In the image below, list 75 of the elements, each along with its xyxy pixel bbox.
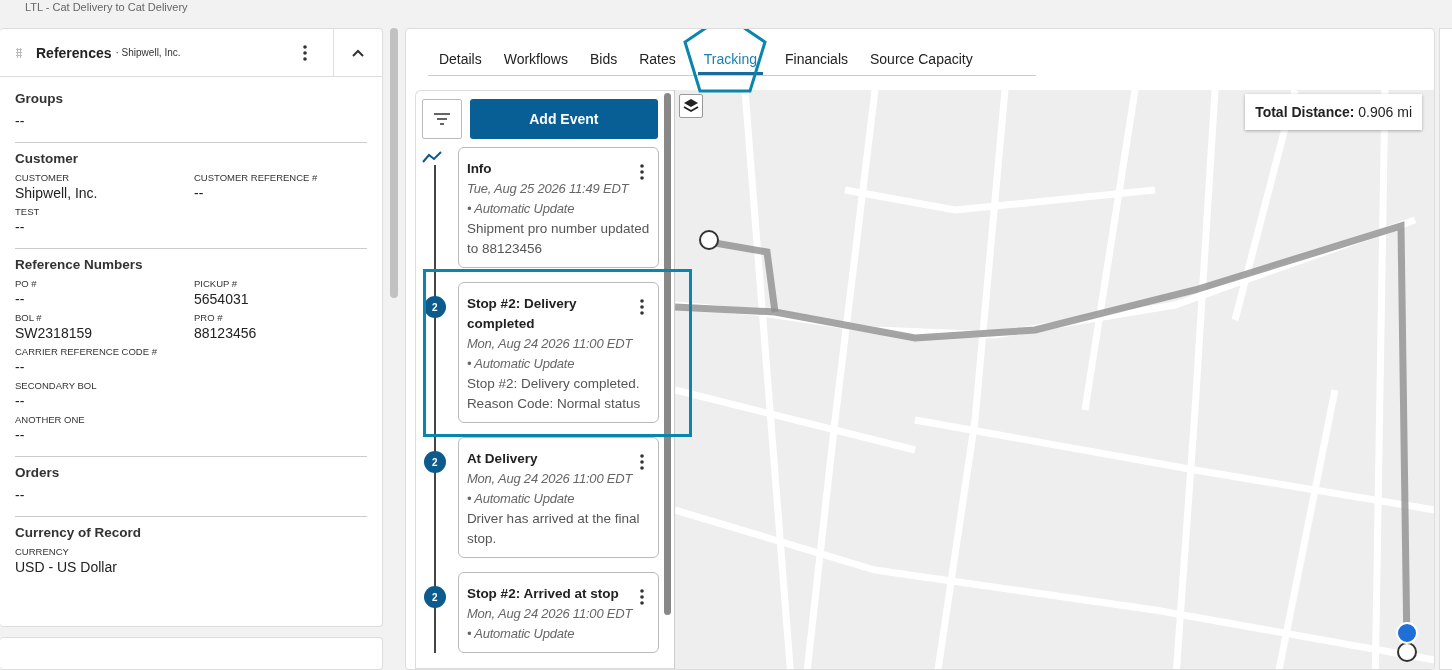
event-title: At Delivery (466, 450, 539, 468)
stop-badge: 2 (423, 586, 446, 608)
field-label: CUSTOMER REFERENCE # (194, 172, 319, 184)
event-message: Shipment pro number updated to 88123456 (466, 220, 651, 258)
field-label: SECONDARY BOL (15, 380, 98, 392)
event-date: Mon, Aug 24 2026 11:00 EDT (466, 605, 634, 623)
add-event-button[interactable]: Add Event (469, 99, 658, 139)
event-title: Stop #2: Delivery completed (466, 295, 578, 333)
layers-button[interactable] (678, 94, 703, 118)
section-title: Groups (15, 91, 64, 106)
field-value: -- (15, 358, 26, 376)
more-options-icon (639, 589, 644, 605)
field-value: -- (194, 184, 205, 202)
field-value: -- (15, 486, 26, 504)
field-label: CURRENCY (15, 546, 70, 558)
filter-button[interactable] (421, 99, 462, 139)
section-title: Customer (15, 151, 79, 166)
field-value: USD - US Dollar (15, 558, 118, 576)
event-source: • Automatic Update (466, 355, 576, 373)
field-label: ANOTHER ONE (15, 414, 86, 426)
field-value: Shipwell, Inc. (15, 184, 99, 202)
scrollbar-thumb[interactable] (664, 93, 672, 615)
panel-title: References (36, 44, 112, 61)
breadcrumb: LTL - Cat Delivery to Cat Delivery (24, 0, 189, 15)
scrollbar-thumb[interactable] (389, 28, 398, 298)
tab[interactable]: Workflows (503, 43, 568, 75)
event-message: Stop #2: Delivery completed. Reason Code: Normal status (466, 375, 642, 413)
event-title: Stop #2: Arrived at stop (466, 585, 620, 603)
section-title: Currency of Record (15, 525, 143, 540)
map-view[interactable]: Total Distance: 0.906 mi (673, 90, 1435, 669)
field-label: CARRIER REFERENCE CODE # (15, 346, 158, 358)
event-date: Mon, Aug 24 2026 11:00 EDT (466, 470, 634, 488)
layers-icon (682, 98, 699, 114)
filter-icon (433, 113, 450, 125)
field-value: -- (15, 426, 26, 444)
tab[interactable]: Details (438, 43, 482, 75)
field-label: BOL # (15, 312, 43, 324)
chevron-up-icon (351, 48, 364, 57)
field-value: -- (15, 290, 26, 308)
event-source: • Automatic Update (466, 200, 576, 218)
event-source: • Automatic Update (466, 490, 576, 508)
more-options-button[interactable] (637, 162, 646, 182)
panel-subtitle: · Shipwell, Inc. (115, 47, 181, 58)
event-title: Info (466, 160, 493, 178)
drag-handle-icon[interactable] (16, 47, 22, 58)
total-distance: Total Distance: 0.906 mi (1245, 94, 1423, 130)
event-date: Tue, Aug 25 2026 11:49 EDT (466, 180, 631, 198)
tab[interactable]: Source Capacity (870, 43, 973, 75)
more-options-icon (639, 164, 644, 180)
tab[interactable]: Financials (784, 43, 848, 75)
field-label: CUSTOMER (15, 172, 71, 184)
field-value: SW2318159 (15, 324, 94, 342)
more-options-button[interactable] (637, 452, 646, 472)
tab[interactable]: Bids (590, 43, 618, 75)
more-options-icon (639, 299, 644, 315)
field-label: PO # (15, 278, 38, 290)
field-label: PICKUP # (194, 278, 239, 290)
stop-badge: 2 (423, 451, 446, 473)
field-value: -- (15, 218, 26, 236)
field-value: 88123456 (194, 324, 258, 342)
event-message: Driver has arrived at the final stop. (466, 510, 641, 548)
tab[interactable]: Rates (639, 43, 676, 75)
section-title: Reference Numbers (15, 257, 144, 272)
field-value: -- (15, 112, 26, 130)
event-date: Mon, Aug 24 2026 11:00 EDT (466, 335, 634, 353)
field-value: -- (15, 392, 26, 410)
field-value: 5654031 (194, 290, 250, 308)
more-options-icon (639, 454, 644, 470)
more-options-icon (302, 44, 307, 61)
more-options-button[interactable] (637, 587, 646, 607)
field-label: PRO # (194, 312, 224, 324)
section-title: Orders (15, 465, 61, 480)
event-source: • Automatic Update (466, 625, 576, 643)
field-label: TEST (15, 206, 41, 218)
more-options-button[interactable] (637, 297, 646, 317)
